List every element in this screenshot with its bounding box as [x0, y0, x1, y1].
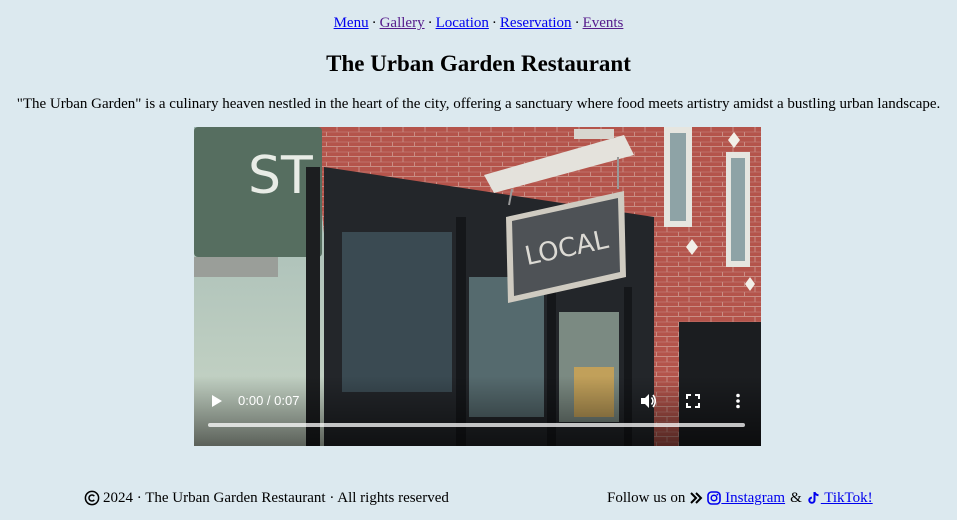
nav-link-events[interactable]: Events: [583, 15, 624, 31]
page-title: The Urban Garden Restaurant: [326, 51, 631, 76]
nav-link-gallery[interactable]: Gallery: [380, 15, 425, 31]
volume-button[interactable]: [638, 391, 658, 411]
instagram-icon: [707, 491, 722, 505]
more-vertical-icon: [736, 393, 740, 409]
instagram-label: Instagram: [721, 490, 786, 506]
tiktok-icon: [807, 491, 821, 505]
instagram-link[interactable]: Instagram: [707, 488, 785, 508]
top-nav: Menu · Gallery · Location · Reservation · Events: [0, 14, 957, 32]
nav-link-menu[interactable]: Menu: [334, 15, 369, 31]
tiktok-link[interactable]: TikTok!: [807, 488, 873, 508]
video-time: 0:00 / 0:07: [238, 393, 300, 408]
footer-social: Follow us on Instagram & TikTok!: [607, 488, 873, 508]
play-icon: [212, 395, 222, 407]
play-button[interactable]: [206, 391, 226, 411]
intro-text: "The Urban Garden" is a culinary heaven …: [16, 96, 941, 112]
volume-icon: [641, 394, 657, 408]
follow-label: Follow us on: [607, 490, 686, 506]
nav-separator: ·: [574, 15, 580, 31]
fullscreen-button[interactable]: [683, 391, 703, 411]
video-progress-bar[interactable]: [208, 423, 745, 427]
video-player[interactable]: LOCAL ST 0:00 / 0:07: [194, 127, 761, 446]
and-label: &: [790, 490, 802, 506]
nav-separator: ·: [371, 15, 377, 31]
tiktok-label: TikTok!: [820, 490, 873, 506]
double-chevron-right-icon: [689, 491, 703, 505]
more-options-button[interactable]: [728, 391, 748, 411]
copyright-icon: [84, 490, 100, 506]
nav-separator: ·: [427, 15, 433, 31]
street-sign-text: ST: [248, 146, 313, 206]
copyright-text: 2024 · The Urban Garden Restaurant · All…: [103, 490, 449, 506]
nav-separator: ·: [491, 15, 497, 31]
nav-link-location[interactable]: Location: [436, 15, 489, 31]
fullscreen-icon: [686, 394, 700, 408]
video-controls-overlay: [194, 376, 761, 446]
nav-link-reservation[interactable]: Reservation: [500, 15, 572, 31]
footer-copyright: 2024 · The Urban Garden Restaurant · All…: [84, 488, 449, 508]
